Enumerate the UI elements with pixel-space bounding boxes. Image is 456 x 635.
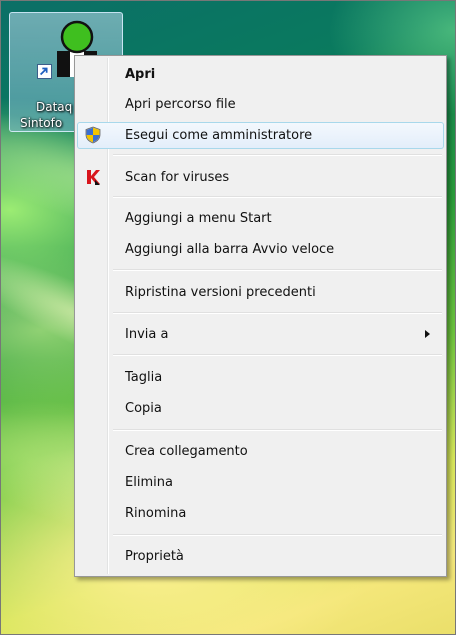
menu-item-label: Invia a bbox=[125, 327, 169, 342]
menu-item-label: Esegui come amministratore bbox=[125, 128, 313, 143]
menu-item-ripristina-versioni-precedenti[interactable]: Ripristina versioni precedenti bbox=[77, 279, 444, 306]
menu-item-crea-collegamento[interactable]: Crea collegamento bbox=[77, 438, 444, 465]
menu-item-apri[interactable]: Apri bbox=[77, 61, 444, 88]
menu-separator bbox=[113, 196, 442, 198]
menu-item-label: Copia bbox=[125, 401, 162, 416]
menu-item-label: Scan for viruses bbox=[125, 170, 230, 185]
menu-item-label: Aggiungi alla barra Avvio veloce bbox=[125, 242, 335, 257]
menu-item-label: Taglia bbox=[125, 370, 163, 385]
menu-separator bbox=[113, 354, 442, 356]
menu-separator bbox=[113, 429, 442, 431]
uac-shield-icon bbox=[85, 126, 101, 144]
menu-item-label: Ripristina versioni precedenti bbox=[125, 285, 316, 300]
desktop: Dataq Sintofo Apri Apri percorso file Es… bbox=[0, 0, 456, 635]
context-menu: Apri Apri percorso file Esegui come ammi… bbox=[74, 55, 447, 577]
menu-item-apri-percorso-file[interactable]: Apri percorso file bbox=[77, 91, 444, 118]
menu-item-label: Apri bbox=[125, 67, 156, 82]
menu-item-scan-for-viruses[interactable]: Scan for viruses bbox=[77, 164, 444, 191]
menu-item-label: Rinomina bbox=[125, 506, 187, 521]
menu-item-aggiungi-barra-avvio-veloce[interactable]: Aggiungi alla barra Avvio veloce bbox=[77, 236, 444, 263]
menu-separator bbox=[113, 534, 442, 536]
menu-item-label: Crea collegamento bbox=[125, 444, 248, 459]
submenu-arrow-icon bbox=[425, 330, 430, 338]
shortcut-arrow-icon bbox=[37, 64, 52, 79]
menu-item-taglia[interactable]: Taglia bbox=[77, 364, 444, 391]
menu-item-rinomina[interactable]: Rinomina bbox=[77, 500, 444, 527]
kaspersky-icon bbox=[87, 170, 100, 185]
menu-separator bbox=[113, 269, 442, 271]
menu-item-label: Apri percorso file bbox=[125, 97, 236, 112]
menu-item-copia[interactable]: Copia bbox=[77, 395, 444, 422]
menu-item-aggiungi-a-menu-start[interactable]: Aggiungi a menu Start bbox=[77, 205, 444, 232]
menu-separator bbox=[113, 312, 442, 314]
menu-separator bbox=[113, 154, 442, 156]
menu-item-proprieta[interactable]: Proprietà bbox=[77, 543, 444, 570]
menu-item-label: Aggiungi a menu Start bbox=[125, 211, 272, 226]
menu-item-label: Proprietà bbox=[125, 549, 184, 564]
menu-item-label: Elimina bbox=[125, 475, 173, 490]
menu-item-elimina[interactable]: Elimina bbox=[77, 469, 444, 496]
menu-item-esegui-come-amministratore[interactable]: Esegui come amministratore bbox=[77, 122, 444, 149]
menu-item-invia-a[interactable]: Invia a bbox=[77, 321, 444, 348]
